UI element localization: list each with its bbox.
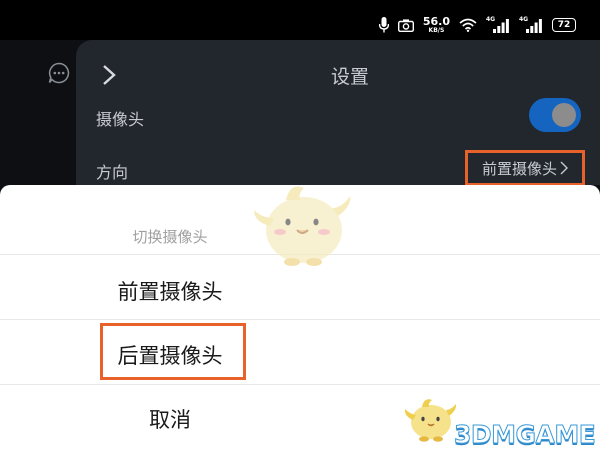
divider xyxy=(0,384,600,385)
direction-value-text: 前置摄像头 xyxy=(481,159,557,178)
watermark-text: 3DMGAME xyxy=(453,420,596,450)
mascot-logo-icon xyxy=(404,399,457,442)
option-front-camera[interactable]: 前置摄像头 xyxy=(0,276,340,306)
camera-toggle[interactable] xyxy=(529,98,581,132)
direction-label: 方向 xyxy=(96,163,129,182)
camera-icon xyxy=(397,18,414,32)
battery-icon: 72 xyxy=(552,18,576,32)
microphone-icon xyxy=(378,17,389,33)
highlight-box xyxy=(100,323,246,380)
speed-unit: KB/S xyxy=(428,27,445,34)
signal-bars-icon xyxy=(493,19,509,33)
speed-value: 56.0 xyxy=(422,15,450,28)
toggle-knob xyxy=(552,103,576,127)
chat-bubble-icon[interactable] xyxy=(48,62,70,84)
signal-4g-2: 4G xyxy=(519,16,543,34)
settings-title: 设置 xyxy=(330,66,369,88)
direction-value[interactable]: 前置摄像头 xyxy=(465,150,585,186)
status-icons: 56.0 KB/S 4G 4G 72 xyxy=(378,14,576,36)
chevron-right-icon[interactable] xyxy=(102,64,116,86)
mascot-watermark-icon xyxy=(254,186,351,266)
network-speed: 56.0 KB/S xyxy=(423,16,450,34)
camera-label: 摄像头 xyxy=(96,110,145,129)
status-bar: 56.0 KB/S 4G 4G 72 xyxy=(0,0,600,40)
chevron-right-icon xyxy=(560,161,568,175)
signal-4g-1: 4G xyxy=(486,16,510,34)
wifi-icon xyxy=(459,18,477,32)
divider xyxy=(0,319,600,320)
signal-bars-icon xyxy=(526,19,542,33)
cancel-button[interactable]: 取消 xyxy=(0,404,340,434)
